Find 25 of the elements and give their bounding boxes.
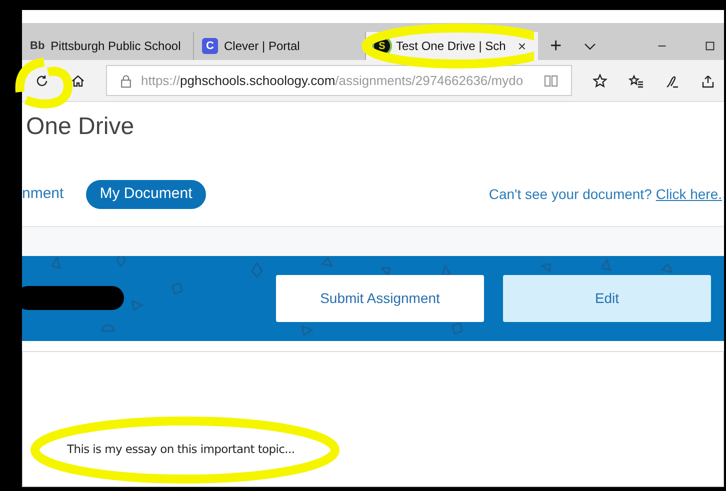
page-title: One Drive [26, 112, 136, 141]
maximize-icon[interactable] [704, 40, 716, 52]
favorites-icon[interactable] [628, 72, 644, 88]
document-text: This is my essay on this important topic... [67, 441, 295, 458]
close-icon[interactable]: × [518, 39, 526, 53]
star-icon[interactable] [592, 72, 608, 88]
tab-title: Test One Drive | Sch [396, 38, 507, 55]
address-bar[interactable]: https://pghschools.schoology.com/assignments/2974662636/mydo [106, 65, 572, 96]
tab-title: Clever | Portal [224, 38, 301, 55]
refresh-icon[interactable] [34, 72, 50, 88]
click-here-link[interactable]: Click here. [656, 184, 722, 204]
lock-icon [119, 74, 133, 88]
page-tab[interactable]: nment [22, 180, 64, 208]
tab-title: Pittsburgh Public School [50, 38, 182, 55]
page-tab[interactable]: My Document [86, 180, 206, 208]
url-text: https://pghschools.schoology.com/assignments/2974662636/mydo [141, 72, 524, 90]
submit-button[interactable]: Submit Assignment [276, 275, 484, 322]
tab-logo: Bb [30, 38, 45, 54]
home-icon[interactable] [70, 72, 86, 88]
edit-button[interactable]: Edit [503, 275, 711, 322]
help-text: Can't see your document? [488, 184, 652, 204]
tab-logo: C [202, 38, 218, 54]
share-icon[interactable] [700, 72, 716, 88]
new-tab-button[interactable]: + [550, 36, 562, 56]
book-icon[interactable] [543, 72, 559, 88]
